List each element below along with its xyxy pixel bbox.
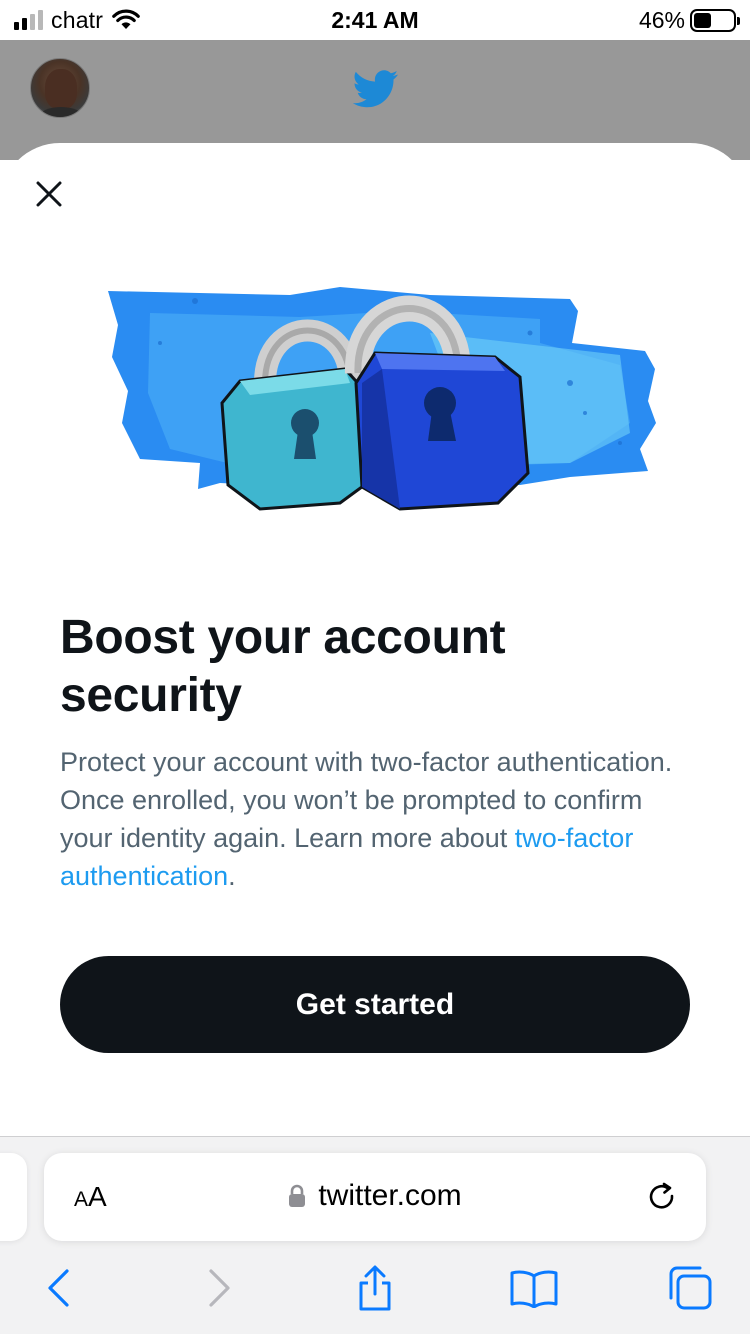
back-button[interactable] bbox=[36, 1265, 80, 1311]
avatar[interactable] bbox=[30, 58, 90, 118]
bookmarks-icon bbox=[510, 1270, 558, 1308]
close-button[interactable] bbox=[28, 173, 70, 215]
get-started-button[interactable]: Get started bbox=[60, 956, 690, 1053]
back-icon bbox=[48, 1269, 69, 1307]
address-bar[interactable]: AA twitter.com bbox=[44, 1153, 706, 1241]
browser-bottom-bar: AA twitter.com bbox=[0, 1136, 750, 1334]
security-prompt-sheet: Boost your account security Protect your… bbox=[0, 143, 750, 1138]
clock: 2:41 AM bbox=[331, 7, 419, 33]
close-icon bbox=[36, 181, 62, 207]
battery-fill bbox=[694, 12, 712, 28]
twitter-bird-icon bbox=[353, 70, 399, 108]
url-text: twitter.com bbox=[318, 1179, 462, 1212]
reload-icon[interactable] bbox=[644, 1179, 680, 1215]
forward-icon bbox=[209, 1269, 230, 1307]
padlocks-illustration bbox=[108, 287, 656, 511]
tabs-icon bbox=[669, 1266, 712, 1310]
app-header-dimmed bbox=[0, 40, 750, 160]
forward-button[interactable] bbox=[198, 1265, 242, 1311]
url-display[interactable]: twitter.com bbox=[44, 1179, 706, 1213]
previous-tab-peek[interactable] bbox=[0, 1153, 27, 1241]
status-bar: chatr 2:41 AM 46% bbox=[0, 0, 750, 40]
lock-icon bbox=[289, 1184, 306, 1207]
description: Protect your account with two-factor aut… bbox=[60, 743, 700, 895]
page-title: Boost your account security bbox=[60, 611, 506, 722]
description-period: . bbox=[228, 861, 236, 891]
battery-icon bbox=[690, 8, 740, 32]
tabs-button[interactable] bbox=[666, 1265, 714, 1311]
share-icon bbox=[359, 1265, 391, 1311]
battery-percentage: 46% bbox=[638, 6, 685, 33]
bookmarks-button[interactable] bbox=[508, 1265, 560, 1311]
share-button[interactable] bbox=[353, 1265, 397, 1311]
status-right: 46% bbox=[638, 6, 740, 33]
